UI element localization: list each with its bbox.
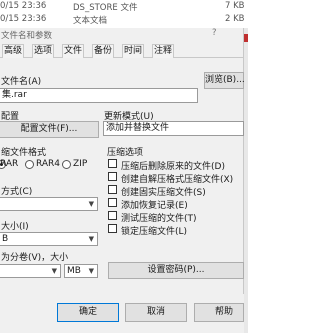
method-select[interactable]: ▼ <box>0 197 98 211</box>
archive-format-label: 缩文件格式 <box>1 148 47 158</box>
cancel-button[interactable]: 取消 <box>125 303 187 322</box>
file-size: 2 KB <box>225 14 245 24</box>
sfx-label: 创建自解压格式压缩文件(X) <box>121 175 234 185</box>
archive-dialog: 文件名和参数 ? 高级 选项 文件 备份 时间 注释 文件名(A) 集.rar … <box>0 28 245 333</box>
sfx-checkbox[interactable] <box>108 172 117 181</box>
ok-button[interactable]: 确定 <box>57 303 119 322</box>
app-icon <box>244 34 248 42</box>
format-rar4-radio[interactable] <box>25 160 34 169</box>
format-zip-label: ZIP <box>73 159 88 169</box>
file-date: 0/15 23:36 <box>0 14 47 24</box>
recovery-record-label: 添加恢复记录(E) <box>121 201 188 211</box>
tab-backup[interactable]: 备份 <box>92 44 115 58</box>
explorer-file-list: 0/15 23:36 DS_STORE 文件 7 KB 0/15 23:36 文… <box>0 0 248 28</box>
archive-name-input[interactable]: 集.rar <box>0 88 198 103</box>
dialog-title: 文件名和参数 <box>1 31 53 41</box>
file-date: 0/15 23:36 <box>0 1 47 11</box>
set-password-button[interactable]: 设置密码(P)... <box>108 262 244 279</box>
lock-archive-checkbox[interactable] <box>108 224 117 233</box>
dictionary-size-select[interactable]: B ▼ <box>0 232 98 246</box>
test-archive-label: 测试压缩的文件(T) <box>121 214 197 224</box>
chevron-down-icon: ▼ <box>88 235 94 243</box>
split-volumes-label: 为分卷(V)，大小 <box>1 253 69 263</box>
dictionary-size-value: B <box>2 234 9 244</box>
explorer-row[interactable]: 0/15 23:36 文本文档 2 KB <box>0 13 248 26</box>
file-type: 文本文档 <box>73 16 108 26</box>
profiles-button[interactable]: 配置文件(F)... <box>0 121 99 138</box>
recovery-record-checkbox[interactable] <box>108 198 117 207</box>
tab-files[interactable]: 文件 <box>62 44 85 58</box>
update-mode-select[interactable]: 添加并替换文件 <box>103 121 244 136</box>
tab-time[interactable]: 时间 <box>122 44 145 58</box>
format-zip-radio[interactable] <box>62 160 71 169</box>
file-type: DS_STORE 文件 <box>73 3 138 13</box>
browse-button[interactable]: 浏览(B)... <box>204 72 245 89</box>
format-rar-label: RAR <box>0 159 19 169</box>
archive-name-label: 文件名(A) <box>1 77 42 87</box>
dialog-titlebar: 文件名和参数 ? <box>0 28 244 41</box>
dialog-footer: 确定 取消 帮助 <box>0 294 244 333</box>
help-icon[interactable]: ? <box>212 28 217 38</box>
chevron-down-icon: ▼ <box>88 200 94 208</box>
format-rar4-label: RAR4 <box>36 159 61 169</box>
tab-options[interactable]: 选项 <box>32 44 55 58</box>
tab-bar: 高级 选项 文件 备份 时间 注释 <box>0 42 244 58</box>
chevron-down-icon: ▼ <box>51 267 57 275</box>
explorer-row[interactable]: 0/15 23:36 DS_STORE 文件 7 KB <box>0 0 248 13</box>
split-unit-value: MB <box>67 266 81 276</box>
split-size-input[interactable]: ▼ <box>0 264 61 278</box>
lock-archive-label: 锁定压缩文件(L) <box>121 227 188 237</box>
chevron-down-icon: ▼ <box>88 267 94 275</box>
tab-comment[interactable]: 注释 <box>152 44 175 58</box>
dictionary-size-label: 大小(I) <box>1 222 29 232</box>
file-size: 7 KB <box>225 1 245 11</box>
archive-options-label: 压缩选项 <box>107 148 144 158</box>
solid-label: 创建固实压缩文件(S) <box>121 188 206 198</box>
tab-advanced[interactable]: 高级 <box>2 44 25 58</box>
solid-checkbox[interactable] <box>108 185 117 194</box>
method-label: 方式(C) <box>1 187 33 197</box>
update-mode-value: 添加并替换文件 <box>106 123 170 133</box>
split-unit-select[interactable]: MB ▼ <box>64 264 98 278</box>
delete-after-label: 压缩后删除原来的文件(D) <box>121 162 225 172</box>
test-archive-checkbox[interactable] <box>108 211 117 220</box>
delete-after-checkbox[interactable] <box>108 159 117 168</box>
help-button[interactable]: 帮助 <box>194 303 244 322</box>
